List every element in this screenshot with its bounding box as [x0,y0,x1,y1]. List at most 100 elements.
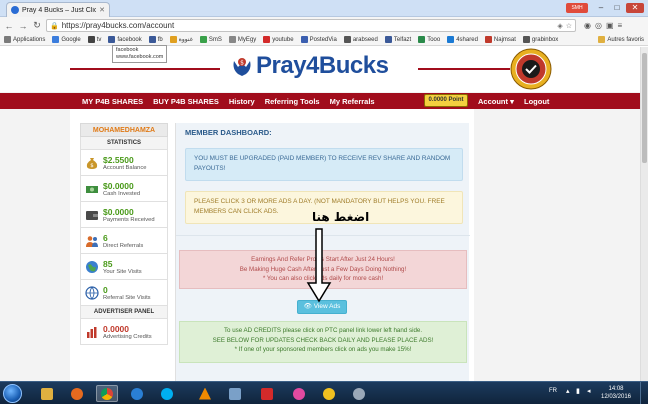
forward-arrow-icon[interactable]: → [18,21,28,31]
taskbar-app-explorer[interactable] [36,385,58,402]
bookmark-item[interactable]: tv [87,36,101,43]
stat-label: Advertising Credits [103,333,152,340]
extension-icon[interactable]: ◎ [595,21,602,30]
stat-direct-referrals: 6 Direct Referrals [80,228,168,254]
stat-value: 6 [103,232,108,243]
extension-icon[interactable]: ◉ [584,21,591,30]
chrome-icon [101,387,113,400]
reload-icon[interactable]: ↻ [32,20,42,31]
bookmark-item[interactable]: Telfazt [384,36,411,43]
taskbar-app-tools[interactable] [348,385,370,402]
bookmark-icon [148,36,156,43]
scrollbar-thumb[interactable] [642,53,647,163]
taskbar-app-pink[interactable] [288,385,310,402]
address-bar-icons: ◈ ☆ [557,22,572,30]
star-icon[interactable]: ☆ [566,22,572,30]
points-badge[interactable]: 0.0000 Point [424,94,468,107]
cash-icon [86,185,98,193]
stat-advertising-credits: 0.0000 Advertising Credits [80,319,168,345]
site-header: $ Pray4Bucks [0,47,640,92]
nav-my-referrals[interactable]: My Referrals [330,97,375,106]
bookmark-icon [87,36,95,43]
taskbar-app-pdf[interactable] [256,385,278,402]
bookmark-item[interactable]: facebook [108,36,142,43]
bookmark-icon [4,36,11,43]
volume-icon[interactable]: ◂ [587,387,591,395]
back-arrow-icon[interactable]: ← [4,21,14,31]
bookmark-item[interactable]: PostedVia [300,36,337,43]
extension-icon[interactable]: ▣ [606,21,614,30]
logout-link[interactable]: Logout [524,97,549,106]
taskbar-app-utility[interactable] [224,385,246,402]
profile-badge[interactable]: SMH [566,3,588,13]
taskbar-app-chrome[interactable] [96,385,118,402]
bookmark-item[interactable]: غنووة [169,36,193,43]
bookmark-icon [343,36,351,43]
taskbar-app-skype[interactable] [156,385,178,402]
show-desktop-button[interactable] [640,382,648,404]
tab-close-icon[interactable]: ✕ [99,6,105,14]
stat-value: 0.0000 [103,323,129,334]
address-bar[interactable]: 🔒 https://pray4bucks.com/account ◈ ☆ [46,19,576,32]
bookmark-item[interactable]: arabseed [343,36,378,43]
browser-tab[interactable]: Pray 4 Bucks – Just Click 4 ✕ [6,2,110,17]
bookmark-tooltip: facebook www.facebook.com [112,45,168,63]
taskbar-app-media[interactable] [126,385,148,402]
pdf-icon [261,387,273,400]
wallet-icon [86,210,98,220]
site-favicon-icon [11,6,19,14]
network-icon[interactable]: ▮ [576,387,580,395]
language-indicator[interactable]: FR [549,388,557,394]
stats-sidebar: MOHAMEDHAMZA STATISTICS $ $2.5500 Account… [80,123,168,345]
stat-value: 85 [103,258,113,269]
header-rule [70,68,220,70]
start-button[interactable] [3,384,22,403]
taskbar-app-music[interactable] [318,385,340,402]
stat-account-balance: $ $2.5500 Account Balance [80,150,168,176]
bookmark-icon [199,36,207,43]
bookmark-item[interactable]: Google [52,36,81,43]
music-icon [323,387,335,400]
bookmark-item[interactable]: grabinbox [522,36,558,43]
system-clock[interactable]: 14:08 12/03/2016 [599,385,633,401]
bookmark-item[interactable]: fb [148,36,163,43]
money-bag-icon: $ [86,157,98,169]
stat-cash-invested: $0.0000 Cash Invested [80,176,168,202]
nav-referring-tools[interactable]: Referring Tools [265,97,320,106]
upgrade-alert: YOU MUST BE UPGRADED (PAID MEMBER) TO RE… [185,148,463,181]
windows-taskbar: FR ▴ ▮ ◂ 14:08 12/03/2016 [0,381,648,404]
nav-buy-p4b-shares[interactable]: BUY P4B SHARES [153,97,219,106]
stat-label: Cash Invested [103,190,141,197]
site-logo[interactable]: $ Pray4Bucks [230,52,389,80]
referral-globe-icon [85,285,99,300]
bar-chart-icon [87,326,97,338]
taskbar-app-firefox[interactable] [66,385,88,402]
other-bookmarks[interactable]: Autres favoris [598,36,644,43]
close-window-button[interactable]: ✕ [626,3,644,13]
bookmark-item[interactable]: SmS [199,36,222,43]
menu-icon[interactable]: ≡ [618,21,623,30]
bookmark-item[interactable]: Najmsat [484,36,516,43]
browser-titlebar: Pray 4 Bucks – Just Click 4 ✕ SMH – □ ✕ [0,0,648,17]
bookmark-item[interactable]: 4shared [447,36,478,43]
bookmark-item[interactable]: Applications [4,36,45,43]
nav-history[interactable]: History [229,97,255,106]
svg-text:$: $ [240,60,244,67]
bookmark-item[interactable]: Tooo [418,36,440,43]
shield-icon[interactable]: ◈ [557,22,562,30]
globe-icon [86,260,98,273]
bookmark-item[interactable]: MyEgy [228,36,256,43]
member-dashboard: MEMBER DASHBOARD: YOU MUST BE UPGRADED (… [175,123,470,381]
tray-expand-icon[interactable]: ▴ [566,387,570,395]
bookmark-item[interactable]: youtube [263,36,294,43]
ad-credits-alert: To use AD CREDITS please click on PTC pa… [179,321,467,363]
app-icon [293,387,305,400]
account-dropdown[interactable]: Account ▾ [478,97,514,106]
maximize-button[interactable]: □ [610,3,624,13]
bookmarks-bar: Applications Google tv facebook fb غنووة… [0,34,648,46]
stat-site-visits: 85 Your Site Visits [80,254,168,280]
nav-my-p4b-shares[interactable]: MY P4B SHARES [82,97,143,106]
taskbar-app-vlc[interactable] [194,385,216,402]
page-scrollbar[interactable] [640,47,648,381]
minimize-button[interactable]: – [594,3,608,13]
